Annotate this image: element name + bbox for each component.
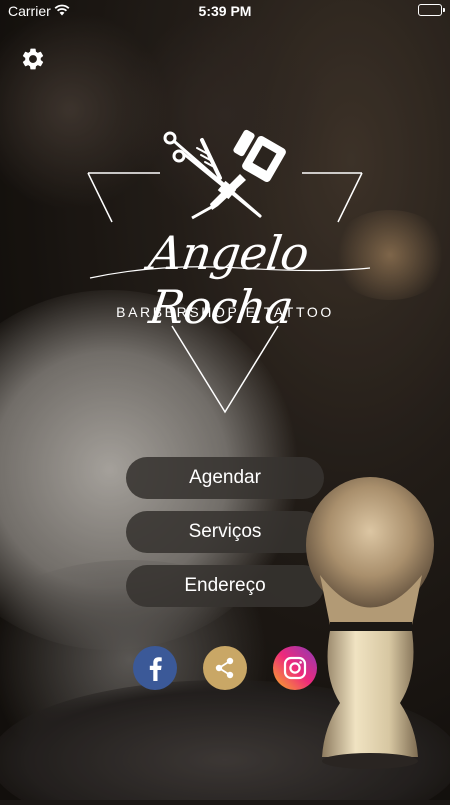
status-bar: Carrier 5:39 PM	[0, 0, 450, 22]
facebook-icon	[149, 657, 162, 681]
brand-tagline: BARBERSHOP E TATTOO	[116, 304, 334, 320]
share-icon	[215, 657, 234, 679]
schedule-button[interactable]: Agendar	[126, 457, 324, 499]
shaving-brush-image	[300, 465, 450, 800]
facebook-button[interactable]	[133, 646, 177, 690]
instagram-icon	[283, 656, 307, 680]
settings-button[interactable]	[20, 46, 46, 72]
instagram-button[interactable]	[273, 646, 317, 690]
address-button[interactable]: Endereço	[126, 565, 324, 607]
services-button[interactable]: Serviços	[126, 511, 324, 553]
brand-logo: Angelo Rocha BARBERSHOP E TATTOO	[70, 118, 380, 418]
battery-icon	[418, 4, 445, 16]
share-button[interactable]	[203, 646, 247, 690]
clock: 5:39 PM	[198, 3, 252, 19]
gear-icon	[22, 48, 44, 70]
